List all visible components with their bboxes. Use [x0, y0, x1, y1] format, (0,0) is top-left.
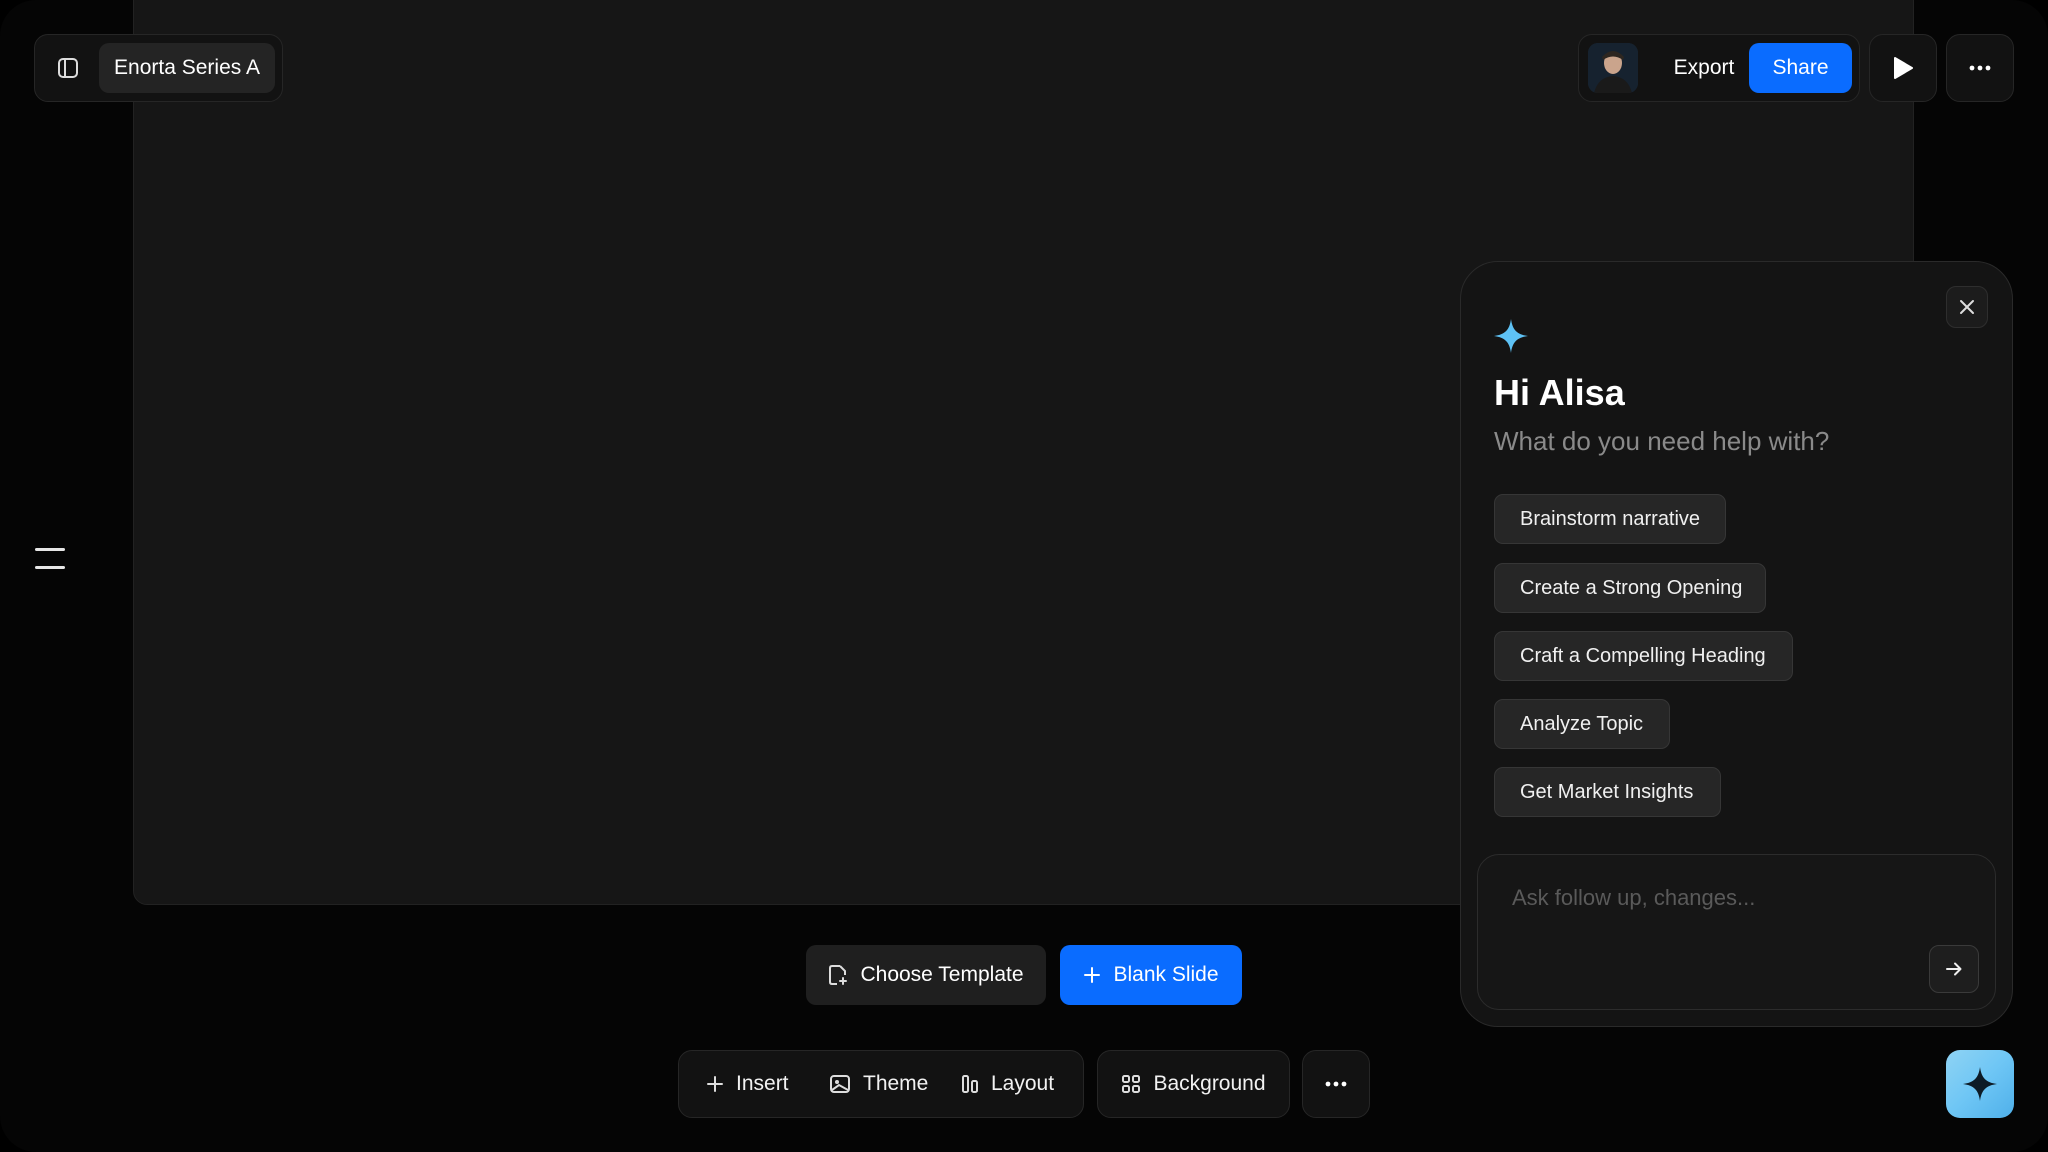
share-button[interactable]: Share	[1749, 43, 1852, 93]
arrow-right-icon	[1944, 959, 1964, 979]
assistant-greeting: Hi Alisa	[1494, 372, 1625, 413]
insert-label: Insert	[736, 1072, 789, 1095]
ask-box	[1477, 854, 1996, 1010]
document-bar: Enorta Series A	[34, 34, 283, 102]
insert-button[interactable]: Insert	[706, 1050, 789, 1118]
close-assistant-button[interactable]	[1946, 286, 1988, 328]
image-icon	[829, 1074, 851, 1094]
export-button[interactable]: Export	[1653, 43, 1755, 93]
suggestion-chip[interactable]: Analyze Topic	[1494, 699, 1670, 749]
ellipsis-icon	[1969, 65, 1991, 71]
layout-icon	[961, 1074, 979, 1094]
ellipsis-icon	[1325, 1081, 1347, 1087]
play-icon	[1892, 56, 1914, 80]
blank-slide-label: Blank Slide	[1113, 963, 1219, 986]
toggle-sidebar-button[interactable]	[43, 43, 93, 93]
background-label: Background	[1153, 1072, 1266, 1095]
suggestion-chip[interactable]: Create a Strong Opening	[1494, 563, 1766, 613]
suggestion-chip[interactable]: Brainstorm narrative	[1494, 494, 1726, 544]
theme-button[interactable]: Theme	[829, 1050, 928, 1118]
app-window: Enorta Series A Export Share Hi Alisa Wh…	[0, 0, 2048, 1152]
template-icon	[828, 964, 848, 986]
close-icon	[1959, 299, 1975, 315]
sparkle-icon	[1493, 318, 1529, 354]
menu-icon[interactable]	[35, 548, 65, 572]
plus-icon	[706, 1075, 724, 1093]
more-options-button[interactable]	[1946, 34, 2014, 102]
blank-slide-button[interactable]: Blank Slide	[1060, 945, 1242, 1005]
toolbar-more-button[interactable]	[1302, 1050, 1370, 1118]
share-bar: Export Share	[1578, 34, 1860, 102]
send-button[interactable]	[1929, 945, 1979, 993]
suggestion-chip[interactable]: Get Market Insights	[1494, 767, 1721, 817]
assistant-prompt: What do you need help with?	[1494, 426, 1830, 456]
theme-label: Theme	[863, 1072, 929, 1095]
suggestion-chip[interactable]: Craft a Compelling Heading	[1494, 631, 1793, 681]
layout-button[interactable]: Layout	[961, 1050, 1054, 1118]
avatar[interactable]	[1588, 43, 1638, 93]
document-title[interactable]: Enorta Series A	[99, 43, 275, 93]
present-button[interactable]	[1869, 34, 1937, 102]
plus-icon	[1083, 966, 1101, 984]
grid-icon	[1121, 1074, 1141, 1094]
ask-input[interactable]	[1510, 879, 1934, 917]
background-button[interactable]: Background	[1097, 1050, 1290, 1118]
layout-label: Layout	[991, 1072, 1055, 1095]
choose-template-label: Choose Template	[860, 963, 1024, 986]
choose-template-button[interactable]: Choose Template	[806, 945, 1046, 1005]
sidebar-icon	[57, 57, 79, 79]
sparkle-icon	[1962, 1066, 1998, 1102]
ai-assistant-button[interactable]	[1946, 1050, 2014, 1118]
